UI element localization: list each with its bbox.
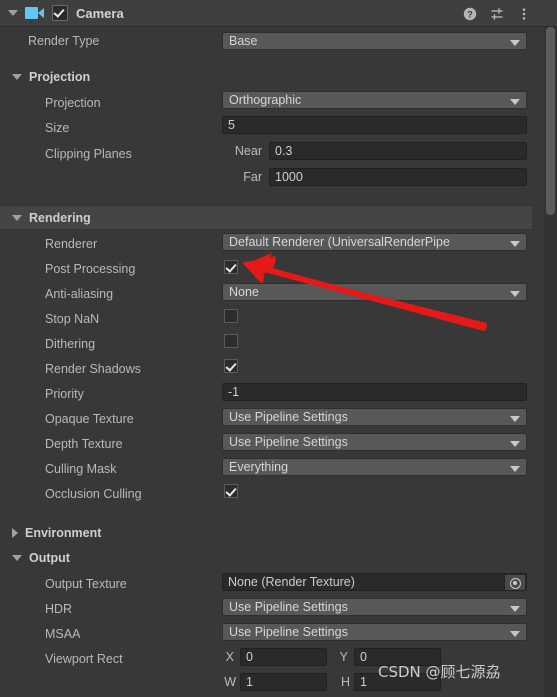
near-input[interactable]: 0.3	[269, 142, 527, 160]
section-projection-title: Projection	[29, 69, 91, 84]
render-type-dropdown[interactable]: Base	[222, 32, 527, 50]
label-near: Near	[234, 144, 262, 158]
header-icon-group: ?	[463, 0, 531, 27]
label-far: Far	[243, 170, 262, 184]
row-dithering: Dithering	[0, 331, 532, 356]
projection-value: Orthographic	[229, 93, 302, 107]
label-viewport-w: W	[224, 675, 236, 689]
preset-icon[interactable]	[490, 7, 504, 21]
section-output-title: Output	[29, 550, 70, 565]
section-projection-header[interactable]: Projection	[0, 64, 532, 89]
anti-aliasing-dropdown[interactable]: None	[222, 283, 527, 301]
msaa-dropdown[interactable]: Use Pipeline Settings	[222, 623, 527, 641]
priority-input[interactable]: -1	[222, 383, 527, 401]
depth-texture-dropdown[interactable]: Use Pipeline Settings	[222, 433, 527, 451]
vertical-scrollbar-track[interactable]	[544, 27, 557, 697]
chevron-down-icon	[510, 441, 520, 447]
svg-text:?: ?	[467, 9, 473, 19]
renderer-dropdown[interactable]: Default Renderer (UniversalRenderPipe	[222, 233, 527, 251]
projection-foldout-icon[interactable]	[12, 73, 22, 80]
priority-value: -1	[228, 385, 240, 399]
environment-foldout-icon[interactable]	[12, 527, 18, 538]
camera-inspector-panel: Camera ? Render Type Base Projection Pro…	[0, 0, 557, 697]
viewport-x-input[interactable]: 0	[240, 648, 327, 666]
render-shadows-checkbox[interactable]	[224, 359, 238, 373]
near-value: 0.3	[275, 144, 293, 158]
msaa-value: Use Pipeline Settings	[229, 625, 348, 639]
label-viewport-h: H	[340, 675, 350, 689]
size-input[interactable]: 5	[222, 116, 527, 134]
section-output-header[interactable]: Output	[0, 545, 532, 570]
far-value: 1000	[275, 170, 303, 184]
anti-aliasing-value: None	[229, 285, 259, 299]
chevron-down-icon	[510, 466, 520, 472]
component-foldout-icon[interactable]	[8, 10, 18, 16]
hdr-dropdown[interactable]: Use Pipeline Settings	[222, 598, 527, 616]
section-environment-title: Environment	[25, 525, 102, 540]
hdr-value: Use Pipeline Settings	[229, 600, 348, 614]
object-picker-icon[interactable]	[504, 575, 525, 590]
dithering-checkbox[interactable]	[224, 334, 238, 348]
depth-texture-value: Use Pipeline Settings	[229, 435, 348, 449]
stop-nan-checkbox[interactable]	[224, 309, 238, 323]
row-post-processing: Post Processing	[0, 256, 532, 281]
viewport-x-value: 0	[246, 650, 253, 664]
culling-mask-dropdown[interactable]: Everything	[222, 458, 527, 476]
output-texture-value: None (Render Texture)	[228, 575, 355, 589]
viewport-w-value: 1	[246, 675, 253, 689]
chevron-down-icon	[510, 99, 520, 105]
row-render-shadows: Render Shadows	[0, 356, 532, 381]
component-header[interactable]: Camera ?	[0, 0, 557, 27]
chevron-down-icon	[510, 241, 520, 247]
chevron-down-icon	[510, 291, 520, 297]
occlusion-culling-checkbox[interactable]	[224, 484, 238, 498]
render-type-value: Base	[229, 34, 258, 48]
component-title: Camera	[76, 5, 124, 21]
vertical-scrollbar-thumb[interactable]	[546, 27, 555, 215]
chevron-down-icon	[510, 631, 520, 637]
row-stop-nan: Stop NaN	[0, 306, 532, 331]
row-occlusion-culling: Occlusion Culling	[0, 481, 532, 506]
viewport-h-value: 1	[360, 675, 367, 689]
far-input[interactable]: 1000	[269, 168, 527, 186]
section-rendering-header[interactable]: Rendering	[0, 205, 532, 230]
csdn-watermark: CSDN @顾七源劦	[378, 663, 501, 681]
chevron-down-icon	[510, 40, 520, 46]
chevron-down-icon	[510, 606, 520, 612]
opaque-texture-value: Use Pipeline Settings	[229, 410, 348, 424]
viewport-y-value: 0	[360, 650, 367, 664]
post-processing-checkbox[interactable]	[224, 260, 238, 274]
section-environment-header[interactable]: Environment	[0, 520, 532, 545]
help-icon[interactable]: ?	[463, 7, 477, 21]
viewport-w-input[interactable]: 1	[240, 673, 327, 691]
renderer-value: Default Renderer (UniversalRenderPipe	[229, 235, 450, 249]
rendering-foldout-icon[interactable]	[12, 214, 22, 221]
culling-mask-value: Everything	[229, 460, 289, 474]
opaque-texture-dropdown[interactable]: Use Pipeline Settings	[222, 408, 527, 426]
output-texture-objectfield[interactable]: None (Render Texture)	[222, 573, 527, 591]
more-menu-icon[interactable]	[517, 7, 531, 21]
label-viewport-x: X	[225, 650, 234, 664]
camera-icon	[25, 6, 44, 20]
chevron-down-icon	[510, 416, 520, 422]
label-render-type: Render Type	[28, 34, 100, 48]
section-rendering-title: Rendering	[29, 210, 91, 225]
projection-dropdown[interactable]: Orthographic	[222, 91, 527, 109]
size-value: 5	[228, 118, 235, 132]
output-foldout-icon[interactable]	[12, 554, 22, 561]
component-enabled-checkbox[interactable]	[52, 5, 68, 21]
label-viewport-y: Y	[339, 650, 348, 664]
